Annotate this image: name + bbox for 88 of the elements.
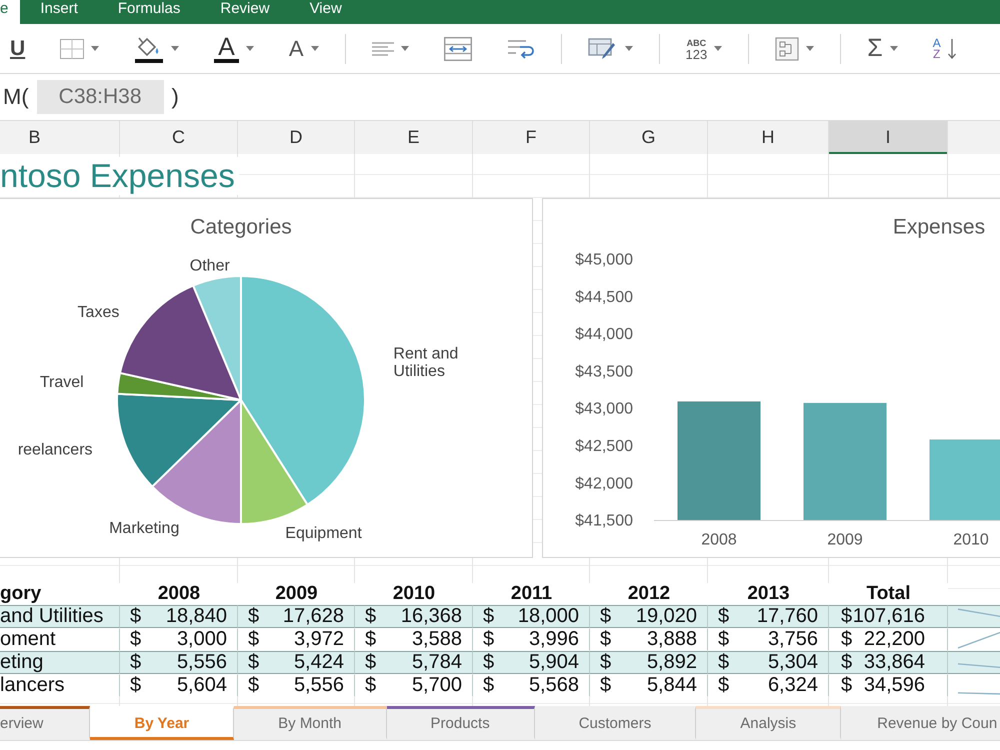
font-color-button[interactable]: A	[210, 28, 258, 68]
table-cell: $ 5,904	[473, 651, 590, 674]
table-cell: $ 18,840	[120, 605, 238, 628]
row-label: oment	[0, 628, 120, 651]
axis-tick-label: $44,500	[575, 288, 633, 306]
down-arrow-icon	[948, 38, 956, 58]
table-cell: $ 17,628	[238, 605, 355, 628]
table-cell: $ 6,324	[708, 674, 829, 697]
row-label: and Utilities	[0, 605, 120, 628]
table-cell: $ 5,424	[238, 651, 355, 674]
table-cell: $ 5,604	[120, 674, 238, 697]
table-cell: $ 16,368	[355, 605, 473, 628]
table-cell: $ 3,588	[355, 628, 473, 651]
formula-text: M(	[3, 84, 29, 110]
row-label: lancers	[0, 674, 120, 697]
formula-text: )	[172, 84, 179, 110]
cell-reference: C38:H38	[36, 80, 164, 114]
row-label: eting	[0, 651, 120, 674]
table-header-cell: 2012	[590, 583, 708, 605]
slice-label: Other	[190, 257, 230, 274]
table-header-cell: gory	[0, 583, 120, 605]
axis-tick-label: $43,500	[575, 363, 633, 380]
axis-category-label: 2009	[827, 532, 863, 549]
table-cell: $ 5,784	[355, 651, 473, 674]
sparkline	[948, 605, 1000, 628]
table-cell: $ 3,888	[590, 628, 708, 651]
font-size-button[interactable]: A	[284, 28, 323, 68]
table-cell: $ 5,892	[590, 651, 708, 674]
number-format-button[interactable]: ABC 123	[682, 28, 726, 68]
table-cell: $ 5,556	[238, 674, 355, 697]
ribbon-tab[interactable]: Insert	[20, 0, 98, 24]
table-header-cell: 2011	[473, 583, 590, 605]
ribbon-tab[interactable]: View	[290, 0, 362, 24]
underline-button[interactable]: U	[6, 28, 30, 68]
ribbon-tab[interactable]: Review	[200, 0, 290, 24]
ribbon-tab[interactable]: Formulas	[98, 0, 200, 24]
slice-label: Equipment	[285, 525, 362, 542]
table-cell: $ 5,304	[708, 651, 829, 674]
table-cell: $ 5,568	[473, 674, 590, 697]
axis-category-label: 2010	[953, 532, 989, 549]
axis-tick-label: $41,500	[575, 512, 633, 530]
table-header-cell: 2009	[238, 583, 355, 605]
table-cell: $ 19,020	[590, 605, 708, 628]
wrap-text-icon	[506, 38, 535, 60]
sheet-tab[interactable]: Revenue by Coun	[841, 706, 1000, 740]
axis-tick-label: $42,500	[575, 438, 633, 456]
axis-category-label: 2008	[701, 532, 737, 549]
table-cell: $107,616	[829, 605, 948, 628]
table-cell: $ 17,760	[708, 605, 829, 628]
table-cell: $ 22,200	[829, 628, 948, 651]
slice-label: Rent and Utilities	[393, 345, 458, 380]
merge-cells-icon	[444, 36, 472, 60]
table-header-cell: 2010	[355, 583, 473, 605]
ribbon-tab[interactable]: e	[0, 0, 20, 24]
table-pen-icon	[588, 36, 618, 60]
table-cell: $ 3,972	[238, 628, 355, 651]
axis-tick-label: $42,000	[575, 475, 633, 492]
sheet-title: ntoso Expenses	[0, 157, 239, 195]
table-cell: $ 18,000	[473, 605, 590, 628]
slice-label: Taxes	[78, 304, 120, 321]
grid-icon	[60, 38, 84, 58]
table-cell: $ 3,000	[120, 628, 238, 651]
table-cell: $ 3,996	[473, 628, 590, 651]
table-cell: $ 5,556	[120, 651, 238, 674]
table-cell: $ 33,864	[829, 651, 948, 674]
table-cell: $ 3,756	[708, 628, 829, 651]
table-header-cell: 2013	[708, 583, 829, 605]
sparkline	[948, 651, 1000, 674]
table-cell: $ 5,700	[355, 674, 473, 697]
chart-title: Categories	[190, 215, 292, 238]
table-cell: $ 34,596	[829, 674, 948, 697]
chart-title: Expenses	[892, 215, 986, 238]
slice-label: Marketing	[109, 520, 180, 537]
sort-button[interactable]: A Z	[928, 28, 960, 68]
text-align-icon	[372, 42, 394, 56]
column-header[interactable]: I	[829, 121, 948, 154]
slice-label: Travel	[40, 374, 84, 392]
axis-tick-label: $43,000	[575, 400, 633, 418]
table-header-cell: 2008	[120, 583, 238, 605]
layout-icon	[775, 36, 800, 60]
sheet-tab[interactable]: Customers	[534, 706, 696, 740]
slice-label: reelancers	[18, 441, 93, 458]
table-header-cell: Total	[829, 583, 948, 605]
table-cell: $ 5,844	[590, 674, 708, 697]
paint-bucket-icon	[134, 34, 164, 62]
axis-tick-label: $45,000	[575, 252, 633, 269]
sum-button[interactable]: Σ	[863, 28, 902, 68]
axis-tick-label: $44,000	[575, 326, 633, 344]
